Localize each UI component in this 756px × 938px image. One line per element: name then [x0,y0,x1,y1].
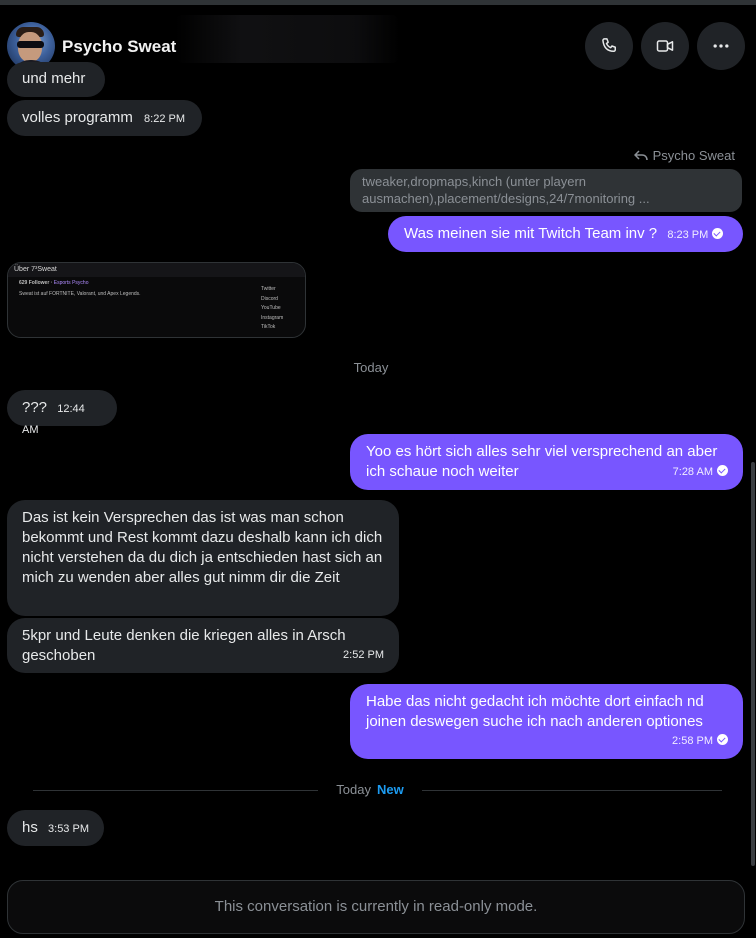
preview-link-tiktok: TikTok [261,324,276,330]
reply-icon [633,150,648,161]
phone-icon [602,38,616,52]
preview-link-discord: Discord [261,295,278,302]
preview-link-instagram: Instagram [261,314,284,321]
read-check-icon [717,465,728,476]
message-time: 2:52 PM [343,649,384,661]
link-preview-card[interactable]: Über 7³Sweat 629 Follower · Esports Psyc… [7,262,306,338]
preview-description: Sweat ist auf FORTNITE, Valorant, und Ap… [19,291,141,297]
message-incoming[interactable]: hs 3:53 PM [7,810,104,846]
message-incoming[interactable]: 5kpr und Leute denken die kriegen alles … [7,618,399,673]
message-time: 8:23 PM [667,229,709,241]
scrollbar[interactable] [751,462,755,866]
message-time: 8:22 PM [144,113,186,125]
message-time: 7:28 AM [672,466,713,478]
read-check-icon [717,734,728,745]
message-text: und mehr [22,70,86,87]
reply-reference: Psycho Sweat [633,148,735,163]
header-blur-overlay [175,15,400,63]
date-label: Today [336,782,371,797]
preview-title: Über 7³Sweat [8,263,305,277]
message-incoming[interactable]: und mehr [7,62,105,97]
more-options-button[interactable] [697,22,745,70]
reply-to-name: Psycho Sweat [652,148,735,163]
new-divider-right [422,790,722,791]
video-icon [656,40,674,52]
message-outgoing[interactable]: Yoo es hört sich alles sehr viel verspre… [350,434,743,490]
message-text: ??? [22,399,48,416]
readonly-notice: This conversation is currently in read-o… [7,880,745,934]
preview-link-youtube: YouTube [261,305,281,311]
call-button[interactable] [585,22,633,70]
preview-social-links: Twitter Discord YouTube Instagram TikTok [261,285,283,333]
preview-link-twitter: Twitter [261,286,276,292]
message-incoming[interactable]: ??? 12:44 AM [7,390,117,436]
message-text: hs [22,819,38,836]
message-incoming[interactable]: volles programm 8:22 PM [7,100,202,136]
new-divider-left [33,790,318,791]
date-separator: Today [353,360,389,375]
message-outgoing[interactable]: Habe das nicht gedacht ich möchte dort e… [350,684,743,759]
quoted-message[interactable]: tweaker,dropmaps,kinch (unter playern au… [350,169,742,212]
message-text: Habe das nicht gedacht ich möchte dort e… [366,693,704,730]
message-incoming[interactable]: Das ist kein Versprechen das ist was man… [7,500,399,616]
video-call-button[interactable] [641,22,689,70]
new-badge: New [376,782,404,797]
more-icon [713,44,729,48]
contact-name[interactable]: Psycho Sweat [62,37,176,57]
conversation-header: Psycho Sweat [0,5,756,71]
message-time: 2:58 PM [672,735,713,747]
message-text: volles programm [22,109,133,126]
preview-followers: 629 Follower · Esports Psycho [19,280,89,286]
read-check-icon [712,228,724,239]
message-text: 5kpr und Leute denken die kriegen alles … [22,627,346,664]
new-messages-separator: Today New [320,782,420,797]
message-time: 3:53 PM [48,823,89,835]
message-text: Was meinen sie mit Twitch Team inv ? [404,225,658,242]
message-outgoing[interactable]: Was meinen sie mit Twitch Team inv ? 8:2… [388,216,743,252]
message-text: Das ist kein Versprechen das ist was man… [22,509,383,586]
